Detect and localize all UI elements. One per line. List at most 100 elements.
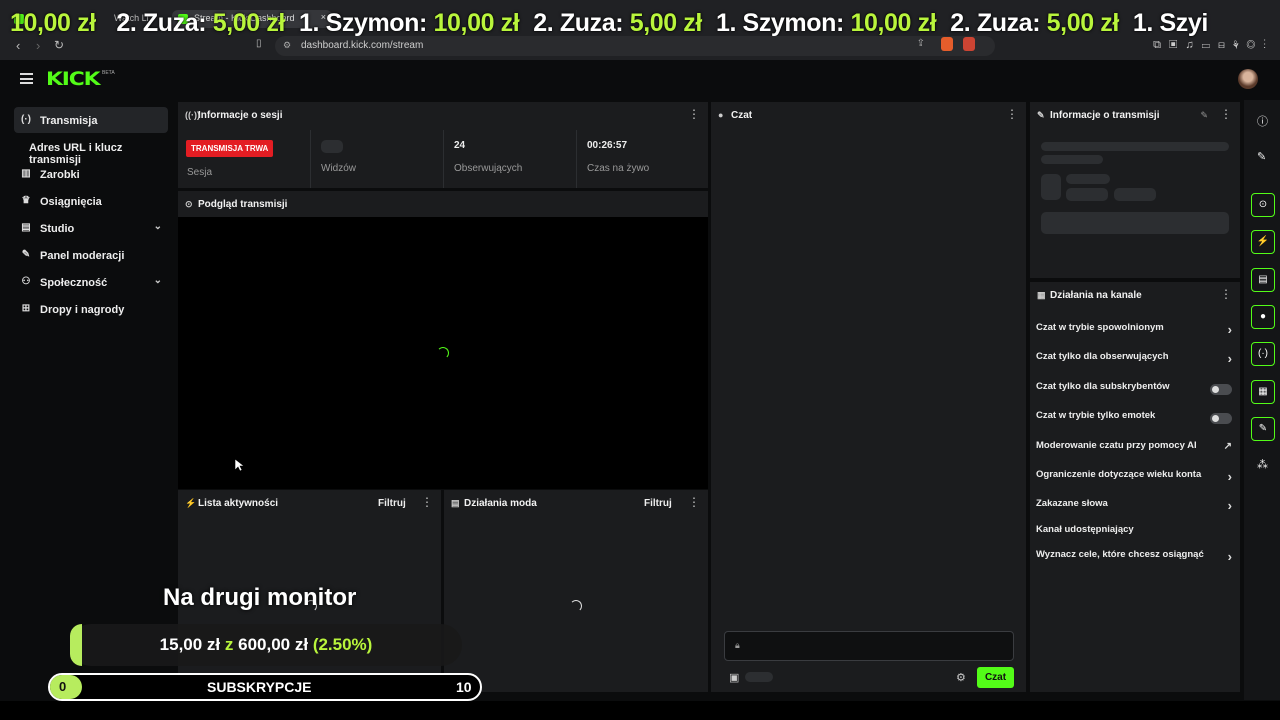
chat-icon: ● (1259, 311, 1267, 322)
ticker-amount: 5,00 zł (1046, 9, 1120, 37)
toggle-switch[interactable] (1210, 384, 1232, 395)
more-options-icon[interactable]: ⋮ (688, 108, 700, 120)
action-banned-words[interactable]: Zakazane słowa › (1036, 498, 1232, 518)
session-info-panel: ((·)) Informacje o sesji ⋮ TRANSMISJA TR… (178, 102, 708, 188)
ticker-lead-amount: 10,00 zł (10, 9, 96, 37)
preview-toggle-button[interactable]: ⊙ (1251, 193, 1275, 217)
chat-toggle-button[interactable]: ● (1251, 305, 1275, 329)
subs-label: SUBSKRYPCJE (207, 679, 312, 695)
chat-icon: ● (718, 110, 724, 120)
sidebar-item-studio[interactable]: ▤ Studio ⌄ (14, 215, 168, 241)
chat-panel: ● Czat ⋮ (711, 102, 1026, 692)
site-info-icon[interactable]: ⚙ (283, 40, 291, 51)
brave-rewards-icon[interactable] (963, 37, 975, 51)
goal-target: 600,00 zł (238, 635, 309, 654)
sidebar-item-label: Studio (40, 223, 75, 235)
action-account-age[interactable]: Ograniczenie dotyczące wieku konta › (1036, 469, 1232, 489)
more-options-icon[interactable]: ⋮ (688, 496, 700, 508)
log-toggle-button[interactable]: ▤ (1251, 268, 1275, 292)
menu-icon[interactable] (20, 73, 33, 84)
sidebar-item-label: Panel moderacji (40, 250, 125, 262)
info-icon[interactable]: ⓘ (1257, 113, 1268, 129)
sidebar-item-zarobki[interactable]: ▥ Zarobki (14, 161, 168, 187)
external-link-icon: ↗ (1223, 441, 1232, 452)
address-bar-row: ‹ › ↻ ▯ ⚙ dashboard.kick.com/stream ⇪ ⧉▣… (0, 34, 1280, 58)
broadcast-toggle-button[interactable]: (·) (1251, 342, 1275, 366)
stat-live-time: 00:26:57 Czas na żywo (576, 130, 708, 188)
action-slow-mode[interactable]: Czat w trybie spowolnionym › (1036, 322, 1232, 342)
goal-separator: z (224, 635, 234, 654)
sidebar-item-stream-key[interactable]: Adres URL i klucz transmisji (4, 134, 176, 166)
wrench-icon: ✎ (21, 249, 31, 260)
action-sharing-channel[interactable]: Kanał udostępniający (1036, 524, 1232, 544)
send-chat-button[interactable]: Czat (977, 667, 1014, 688)
channel-toggle-button[interactable]: ▦ (1251, 380, 1275, 404)
overlay-title: Na drugi monitor (163, 584, 357, 611)
ticker-entry: 2. Zuza: 5,00 zł (950, 9, 1119, 37)
screen: { "browser": { "tabs": [ {"label": "Watc… (0, 0, 1280, 720)
sidebar-item-label: Zarobki (40, 169, 80, 181)
action-ai-moderation[interactable]: Moderowanie czatu przy pomocy AI ↗ (1036, 440, 1232, 460)
emote-store-icon[interactable]: ▣ (729, 671, 739, 684)
broadcast-icon: (·) (21, 114, 31, 125)
toolbar-icons[interactable]: ⧉▣♫▭⊟⚘◎⋮ (1153, 39, 1274, 52)
broadcast-icon: ((·)) (185, 110, 200, 120)
action-set-goals[interactable]: Wyznacz cele, które chcesz osiągnąć › (1036, 549, 1232, 569)
panel-title: Podgląd transmisji (198, 199, 288, 210)
channel-icon: ▦ (1258, 386, 1268, 397)
reload-icon[interactable]: ↻ (54, 38, 64, 52)
action-label: Wyznacz cele, które chcesz osiągnąć (1036, 549, 1204, 560)
bookmark-icon[interactable]: ▯ (256, 38, 262, 49)
toggle-switch[interactable] (1210, 413, 1232, 424)
ticker-amount: 5,00 zł (629, 9, 703, 37)
back-icon[interactable]: ‹ (16, 38, 20, 53)
kick-logo[interactable]: KICK (46, 68, 101, 90)
activity-toggle-button[interactable]: ⚡ (1251, 230, 1275, 254)
ticker-rank: 2. Zuza: (950, 9, 1041, 37)
sidebar-item-panel-moderacji[interactable]: ✎ Panel moderacji (14, 242, 168, 268)
filter-button[interactable]: Filtruj (644, 498, 672, 509)
action-followers-only[interactable]: Czat tylko dla obserwujących › (1036, 351, 1232, 371)
filter-button[interactable]: Filtruj (378, 498, 406, 509)
stat-label: Obserwujących (454, 163, 523, 174)
edit-icon[interactable]: ✎ (1257, 150, 1266, 163)
more-options-icon[interactable]: ⋮ (1220, 288, 1232, 300)
stat-label: Czas na żywo (587, 163, 650, 174)
share-icon[interactable]: ⇪ (917, 38, 925, 49)
sidebar-item-spolecznosc[interactable]: ⚇ Społeczność ⌄ (14, 269, 168, 295)
subs-target: 10 (456, 679, 472, 695)
loading-spinner (437, 347, 449, 359)
ticker-amount: 10,00 zł (850, 9, 937, 37)
stat-viewers: Widzów (310, 130, 443, 188)
url-field[interactable]: ⚙ dashboard.kick.com/stream ⇪ (275, 36, 995, 56)
stat-value: 00:26:57 (587, 140, 628, 151)
ticker-entry: 1. Szymon: 10,00 zł (299, 9, 520, 37)
more-options-icon[interactable]: ⋮ (1220, 108, 1232, 120)
chevron-down-icon: ⌄ (153, 221, 162, 232)
panel-title: Informacje o sesji (198, 110, 283, 121)
tools-toggle-button[interactable]: ✎ (1251, 417, 1275, 441)
avatar[interactable] (1238, 69, 1258, 89)
chevron-right-icon: › (1227, 469, 1232, 484)
ticker-entry: 2. Zuza: 5,00 zł (116, 9, 285, 37)
sidebar-item-dropy[interactable]: ⊞ Dropy i nagrody (14, 296, 168, 322)
chat-input[interactable]: 🔒︎ (724, 631, 1014, 661)
gear-icon[interactable]: ⚙ (956, 671, 966, 684)
action-label: Czat tylko dla obserwujących (1036, 351, 1169, 362)
more-widgets-icon[interactable]: ⁂ (1257, 458, 1268, 471)
community-icon: ⚇ (21, 276, 31, 287)
loading-skeleton (1066, 174, 1110, 184)
more-options-icon[interactable]: ⋮ (421, 496, 433, 508)
forward-icon[interactable]: › (36, 38, 40, 53)
log-icon: ▤ (1258, 274, 1268, 285)
live-badge: TRANSMISJA TRWA (186, 140, 274, 157)
edit-icon[interactable]: ✎ (1200, 110, 1208, 121)
action-emote-only: Czat w trybie tylko emotek (1036, 410, 1232, 430)
sidebar-item-osiagniecia[interactable]: ♛ Osiągnięcia (14, 188, 168, 214)
brave-shield-icon[interactable] (941, 37, 953, 51)
sidebar-item-transmisja[interactable]: (·) Transmisja (14, 107, 168, 133)
wrench-icon: ✎ (1037, 110, 1045, 120)
more-options-icon[interactable]: ⋮ (1006, 108, 1018, 120)
sidebar: (·) Transmisja Adres URL i klucz transmi… (0, 100, 176, 700)
studio-icon: ▤ (21, 222, 31, 233)
